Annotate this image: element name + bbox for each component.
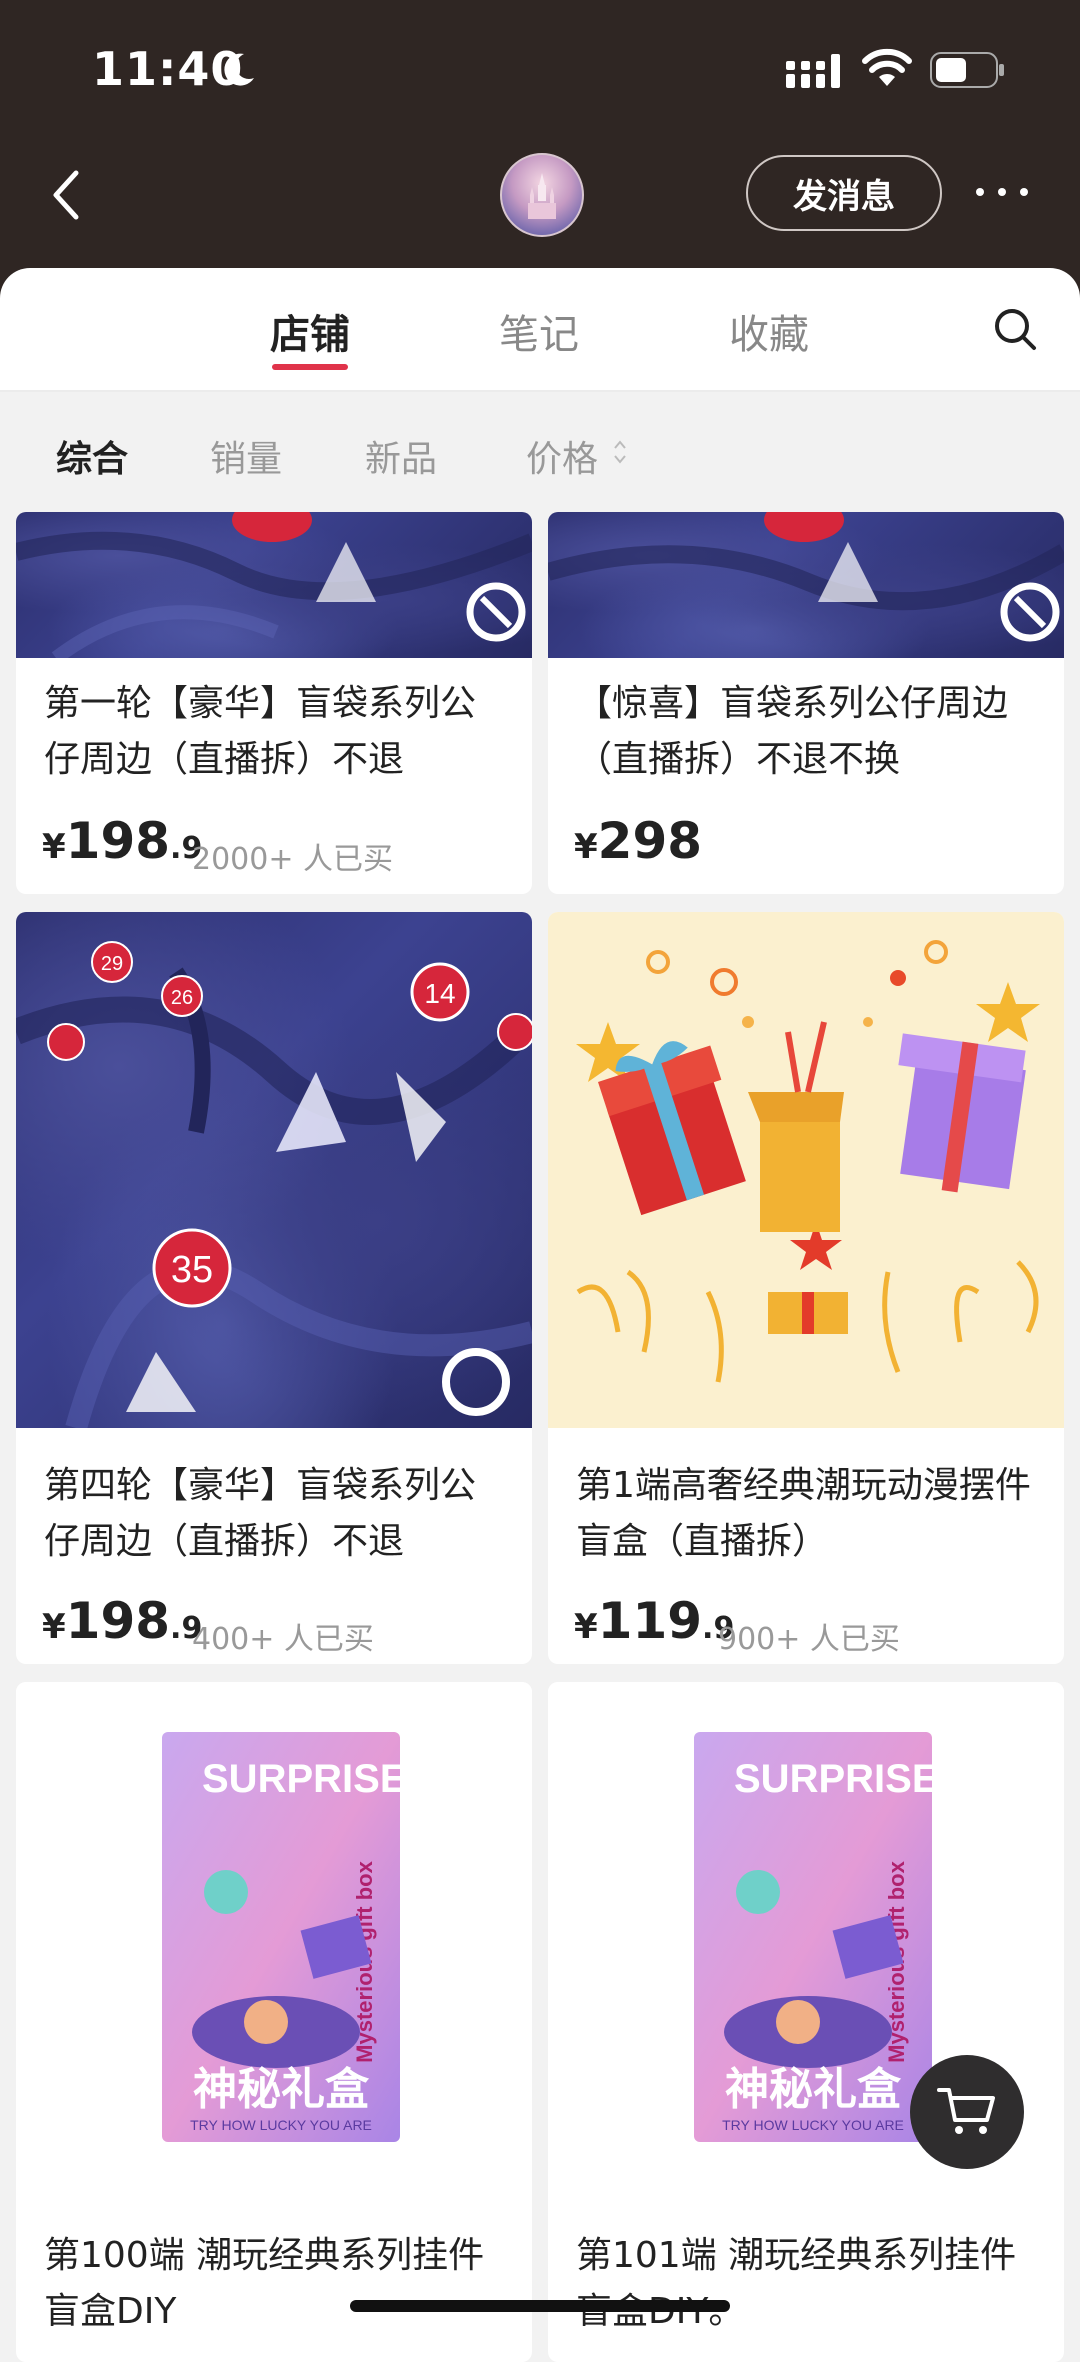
product-price: ¥119.9 bbox=[574, 1592, 735, 1650]
product-image: 35 14 26 29 bbox=[16, 912, 532, 1428]
gift-illustration bbox=[576, 940, 1040, 1383]
product-card[interactable]: 【惊喜】盲袋系列公仔周边（直播拆）不退不换 ¥298 bbox=[548, 512, 1064, 894]
product-title: 第101端 潮玩经典系列挂件盲盒DIY。 bbox=[576, 2235, 1017, 2332]
cart-button[interactable] bbox=[910, 2055, 1024, 2169]
box-title: 神秘礼盒 bbox=[725, 2064, 902, 2115]
tag-29: 29 bbox=[101, 953, 123, 975]
tab-favorites[interactable]: 收藏 bbox=[699, 302, 839, 360]
shop-avatar[interactable] bbox=[500, 153, 584, 237]
tab-shop[interactable]: 店铺 bbox=[240, 302, 380, 360]
bag-illustration bbox=[16, 512, 532, 658]
product-card[interactable]: 第1端高奢经典潮玩动漫摆件盲盒（直播拆） ¥119.9 900+ 人已买 bbox=[548, 912, 1064, 1664]
wifi-icon bbox=[862, 48, 912, 86]
filter-price[interactable]: 价格 bbox=[526, 430, 598, 482]
product-price: ¥198.9 bbox=[42, 812, 203, 870]
status-bar: 11:40 bbox=[0, 0, 1080, 140]
tag-35: 35 bbox=[171, 1249, 213, 1291]
product-title: 第100端 潮玩经典系列挂件盲盒DIY bbox=[44, 2235, 485, 2332]
box-slogan: TRY HOW LUCKY YOU ARE bbox=[722, 2117, 904, 2133]
filter-new[interactable]: 新品 bbox=[365, 430, 437, 482]
tag-14: 14 bbox=[424, 978, 455, 1009]
product-image bbox=[548, 912, 1064, 1428]
tag-26: 26 bbox=[171, 987, 193, 1009]
product-card[interactable]: 第一轮【豪华】盲袋系列公仔周边（直播拆）不退 ¥198.9 2000+ 人已买 bbox=[16, 512, 532, 894]
product-card[interactable]: SURPRISE Mysterious gift box 神秘礼盒 TRY HO… bbox=[548, 1682, 1064, 2362]
filter-sales[interactable]: 销量 bbox=[210, 430, 282, 482]
filter-overall[interactable]: 综合 bbox=[56, 430, 128, 482]
product-sold-count: 400+ 人已买 bbox=[192, 1622, 374, 1657]
box-brand: SURPRISE bbox=[202, 1757, 407, 1801]
sort-icon[interactable] bbox=[612, 436, 628, 468]
product-card[interactable]: 35 14 26 29 第四轮【豪华】盲袋系列公仔周边（直播拆）不退 ¥198.… bbox=[16, 912, 532, 1664]
product-title: 第1端高奢经典潮玩动漫摆件盲盒（直播拆） bbox=[576, 1465, 1031, 1562]
moon-icon bbox=[224, 53, 254, 86]
cart-icon bbox=[937, 2088, 995, 2134]
product-price: ¥298 bbox=[574, 812, 703, 870]
back-icon[interactable] bbox=[44, 165, 92, 225]
product-image bbox=[548, 512, 1064, 658]
castle-icon bbox=[528, 173, 556, 219]
bag-illustration bbox=[548, 512, 1064, 642]
send-message-button[interactable]: 发消息 bbox=[746, 155, 942, 231]
signal-icon bbox=[786, 54, 840, 88]
home-indicator[interactable] bbox=[350, 2300, 730, 2312]
box-title: 神秘礼盒 bbox=[193, 2064, 370, 2115]
product-title: 【惊喜】盲袋系列公仔周边（直播拆）不退不换 bbox=[576, 683, 1009, 780]
product-sold-count: 2000+ 人已买 bbox=[192, 842, 394, 877]
box-slogan: TRY HOW LUCKY YOU ARE bbox=[190, 2117, 372, 2133]
tab-active-indicator bbox=[272, 364, 348, 370]
product-title: 第四轮【豪华】盲袋系列公仔周边（直播拆）不退 bbox=[44, 1465, 477, 1562]
product-image: SURPRISE Mysterious gift box 神秘礼盒 TRY HO… bbox=[16, 1682, 532, 2198]
mystery-box-illustration: SURPRISE Mysterious gift box 神秘礼盒 TRY HO… bbox=[162, 1732, 407, 2142]
product-card[interactable]: SURPRISE Mysterious gift box 神秘礼盒 TRY HO… bbox=[16, 1682, 532, 2362]
product-sold-count: 900+ 人已买 bbox=[718, 1622, 900, 1657]
more-icon[interactable] bbox=[972, 180, 1032, 204]
product-image bbox=[16, 512, 532, 658]
battery-icon bbox=[930, 52, 1004, 88]
bag-illustration: 35 14 26 29 bbox=[16, 941, 532, 1428]
product-price: ¥198.9 bbox=[42, 1592, 203, 1650]
search-icon[interactable] bbox=[992, 306, 1038, 352]
tab-notes[interactable]: 笔记 bbox=[469, 302, 609, 360]
product-title: 第一轮【豪华】盲袋系列公仔周边（直播拆）不退 bbox=[44, 683, 477, 780]
box-brand: SURPRISE bbox=[734, 1757, 939, 1801]
